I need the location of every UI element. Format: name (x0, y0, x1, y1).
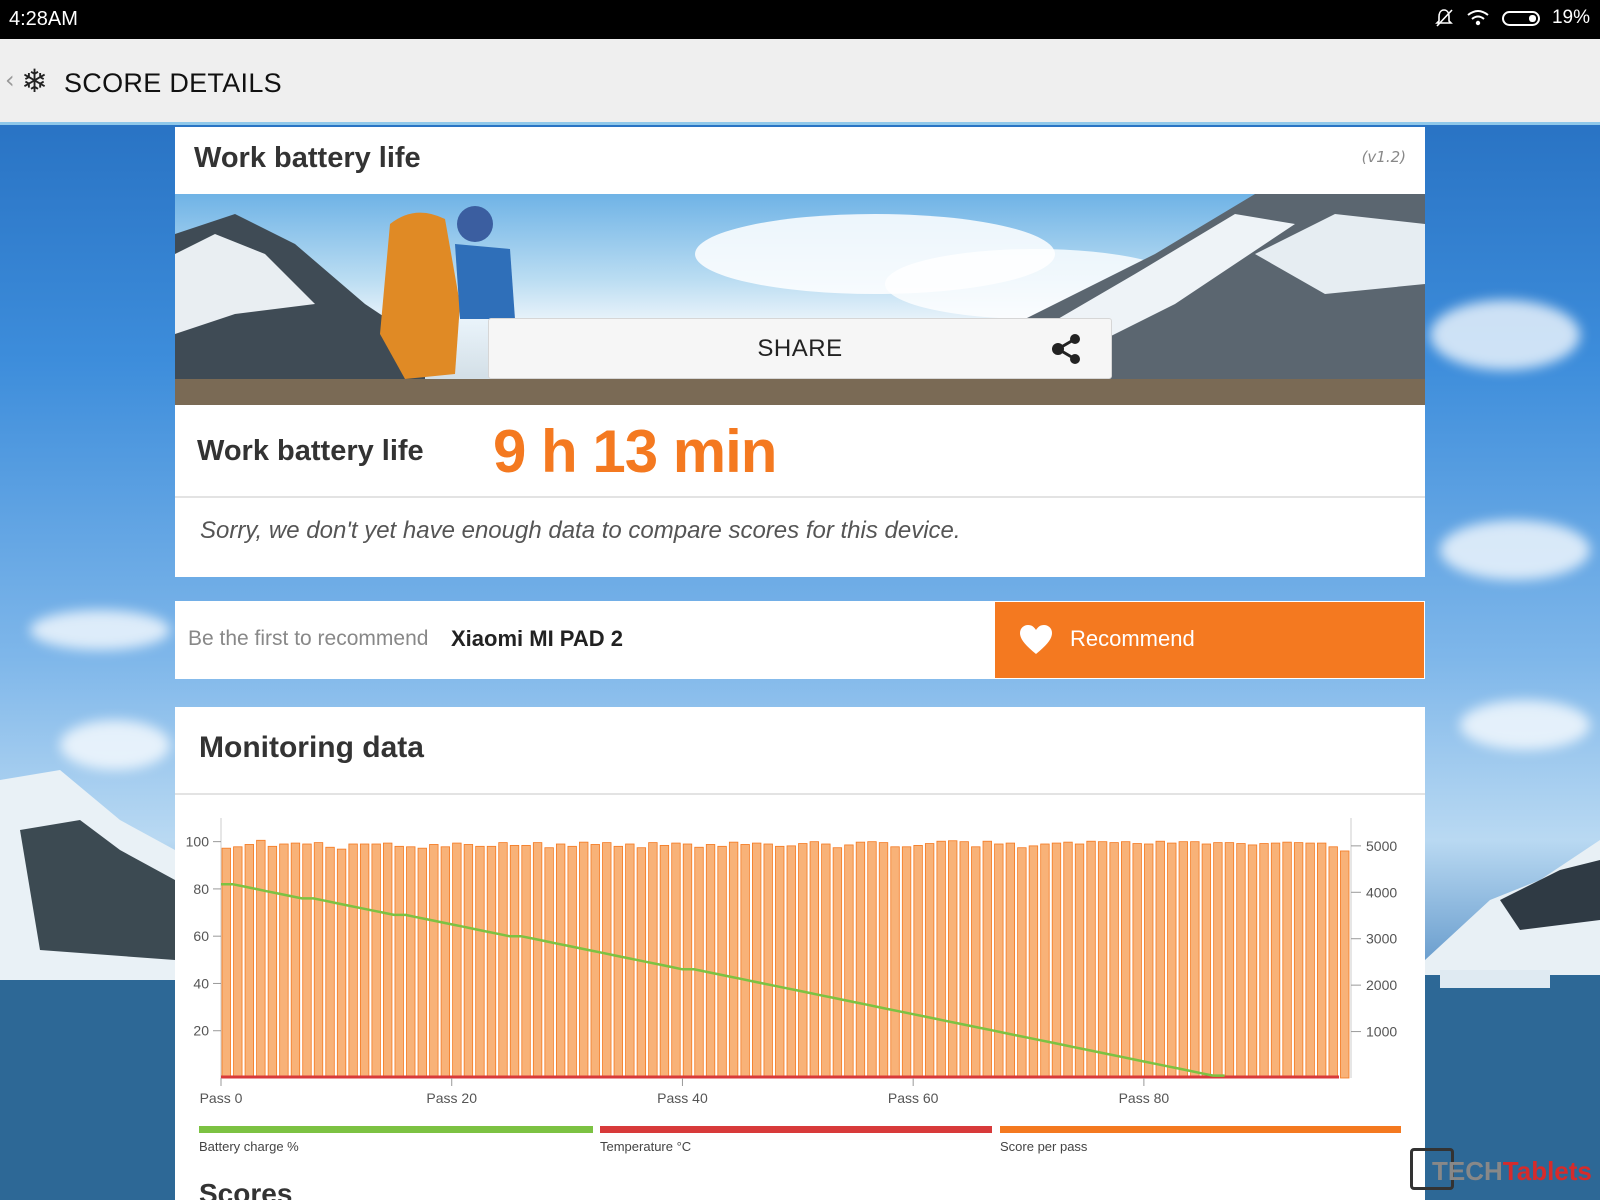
divider (175, 793, 1425, 795)
back-chevron-icon[interactable]: ‹ (5, 66, 15, 94)
score-value: 9 h 13 min (493, 418, 777, 485)
wifi-icon (1467, 10, 1489, 26)
legend-score-label: Score per pass (1000, 1139, 1088, 1154)
status-bar: 4:28AM 19% (0, 0, 1600, 39)
share-icon (1052, 334, 1080, 364)
recommend-button[interactable]: Recommend (995, 602, 1424, 678)
recommend-prompt: Be the first to recommend (188, 627, 429, 650)
scores-section-title: Scores (199, 1178, 293, 1200)
test-version: (v1.2) (1361, 148, 1406, 166)
status-time: 4:28AM (9, 8, 78, 30)
result-card: Work battery life (v1.2) SHARE Work batt… (175, 127, 1425, 577)
recommend-label: Recommend (1070, 626, 1195, 651)
watermark-text-1: TECH (1432, 1156, 1503, 1186)
share-button[interactable]: SHARE (488, 318, 1112, 379)
hero-banner-image: SHARE (175, 194, 1425, 405)
legend-temperature-label: Temperature °C (600, 1139, 692, 1154)
legend-battery-swatch (199, 1126, 593, 1133)
legend-battery-label: Battery charge % (199, 1139, 299, 1154)
watermark-text-2: Tablets (1502, 1156, 1592, 1186)
heart-icon (1020, 625, 1052, 654)
legend-battery: Battery charge % (199, 1126, 593, 1156)
legend-temperature: Temperature °C (600, 1126, 992, 1156)
monitoring-title: Monitoring data (199, 731, 424, 764)
legend-score-swatch (1000, 1126, 1401, 1133)
score-label: Work battery life (197, 435, 424, 467)
app-bar: ‹ ❄ SCORE DETAILS (0, 39, 1600, 125)
notifications-muted-icon (1435, 9, 1453, 27)
device-name: Xiaomi MI PAD 2 (451, 626, 623, 651)
app-logo-icon[interactable]: ❄ (21, 65, 48, 97)
legend-temperature-swatch (600, 1126, 992, 1133)
share-label: SHARE (757, 335, 843, 362)
watermark-logo: TECHTablets (1410, 1148, 1600, 1198)
battery-icon (1501, 10, 1540, 26)
score-row: Work battery life 9 h 13 min (175, 405, 1425, 498)
legend-score: Score per pass (1000, 1126, 1401, 1156)
battery-percent: 19% (1551, 7, 1590, 28)
card-heading: Work battery life (194, 142, 421, 174)
compare-message: Sorry, we don't yet have enough data to … (200, 517, 961, 544)
page-title: SCORE DETAILS (64, 68, 282, 98)
